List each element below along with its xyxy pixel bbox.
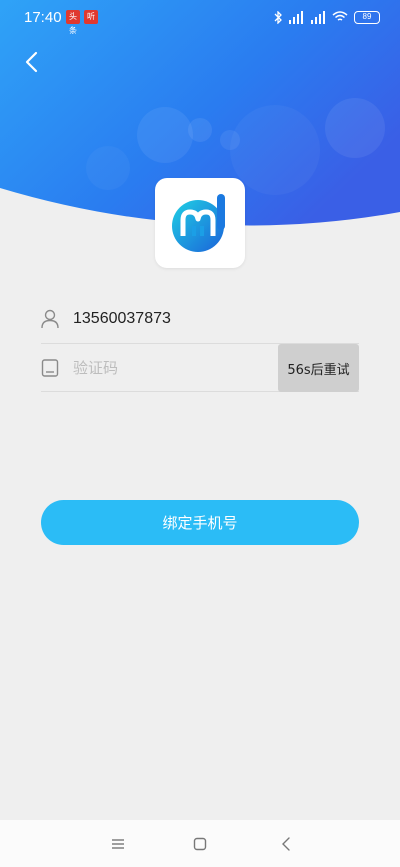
bind-phone-button[interactable]: 绑定手机号 <box>41 500 359 545</box>
user-icon <box>41 309 59 329</box>
signal-icon <box>289 10 303 24</box>
phone-input[interactable] <box>73 305 343 333</box>
resend-code-button[interactable]: 56s后重试 <box>278 344 359 392</box>
signal-icon-2 <box>311 10 325 24</box>
status-bar: 17:40 头条 听 89 <box>0 0 400 35</box>
phone-row <box>41 295 359 344</box>
home-icon[interactable] <box>190 834 210 854</box>
nav-back-icon[interactable] <box>276 834 296 854</box>
listen-app-icon: 听 <box>84 10 98 24</box>
back-button[interactable] <box>18 48 48 78</box>
system-nav-bar <box>0 820 400 867</box>
status-time: 17:40 <box>24 9 62 26</box>
verification-code-row: 56s后重试 <box>41 343 359 392</box>
back-arrow-icon <box>25 51 38 73</box>
verification-code-input[interactable] <box>73 354 273 382</box>
status-icons: 89 <box>274 9 380 25</box>
app-logo <box>155 178 245 268</box>
tablet-icon <box>41 359 59 377</box>
bluetooth-icon <box>274 10 282 24</box>
wifi-icon <box>332 11 348 21</box>
logo-mark-icon <box>172 194 225 252</box>
menu-icon[interactable] <box>108 834 128 854</box>
news-app-icon: 头条 <box>66 10 80 35</box>
battery-icon: 89 <box>354 10 380 24</box>
